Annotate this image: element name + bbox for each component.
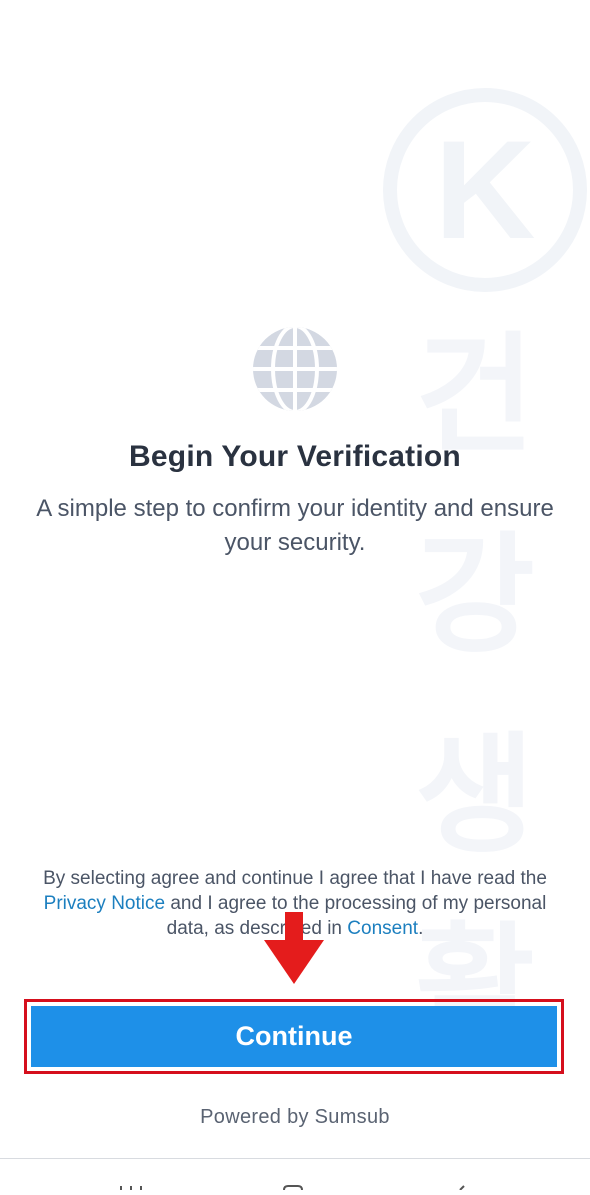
home-icon[interactable] (282, 1177, 304, 1191)
continue-button[interactable]: Continue (31, 1006, 557, 1067)
system-navbar (0, 1159, 590, 1191)
watermark-letter: K (434, 111, 535, 268)
recent-apps-icon[interactable] (118, 1177, 144, 1190)
back-icon[interactable] (452, 1177, 470, 1191)
watermark-char-3: 생 (415, 719, 535, 871)
consent-text-part1: By selecting agree and continue I agree … (43, 868, 547, 889)
consent-text-part3: . (418, 918, 424, 939)
arrow-down-icon (264, 912, 324, 986)
page-subtitle: A simple step to confirm your identity a… (36, 495, 554, 556)
powered-by-text: Powered by Sumsub (200, 1106, 390, 1128)
privacy-notice-link[interactable]: Privacy Notice (44, 893, 165, 914)
consent-link[interactable]: Consent (347, 918, 418, 939)
page-title: Begin Your Verification (129, 440, 461, 473)
continue-highlight: Continue (24, 999, 564, 1074)
globe-icon (252, 326, 338, 412)
